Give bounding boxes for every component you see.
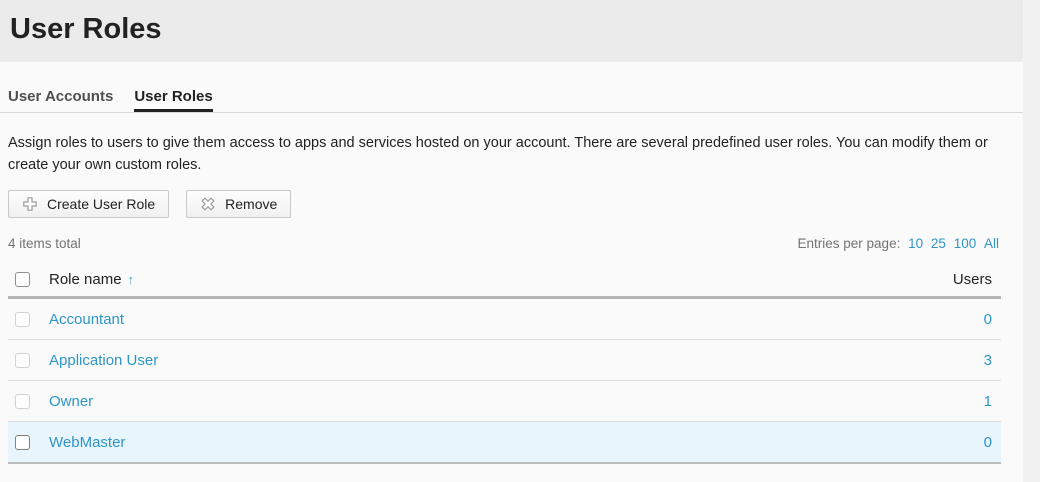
table-row: WebMaster 0 [8, 422, 1001, 464]
user-roles-page: User Roles User Accounts User Roles Assi… [0, 0, 1023, 482]
row-checkbox[interactable] [15, 393, 30, 409]
row-checkbox[interactable] [15, 352, 30, 368]
x-icon [200, 196, 216, 212]
toolbar: Create User Role Remove [8, 190, 1023, 218]
entries-per-page-label: Entries per page: [797, 236, 901, 251]
role-link[interactable]: Application User [49, 352, 158, 369]
users-count-link[interactable]: 0 [984, 311, 1001, 328]
page-description: Assign roles to users to give them acces… [8, 135, 988, 173]
create-user-role-label: Create User Role [47, 196, 156, 212]
row-checkbox[interactable] [15, 434, 30, 450]
create-user-role-button[interactable]: Create User Role [8, 190, 170, 218]
page-header: User Roles [0, 0, 1023, 62]
column-header-users: Users [952, 271, 992, 288]
items-total: 4 items total [8, 236, 81, 251]
sort-ascending-icon: ↑ [127, 272, 135, 287]
role-link[interactable]: Accountant [49, 311, 124, 328]
table-row: Owner 1 [8, 381, 1001, 422]
page-size-all[interactable]: All [984, 236, 999, 251]
table-row: Accountant 0 [8, 299, 1001, 340]
remove-button[interactable]: Remove [186, 190, 292, 218]
remove-label: Remove [225, 196, 278, 212]
users-count-link[interactable]: 0 [984, 434, 1001, 451]
tab-user-roles[interactable]: User Roles [134, 88, 213, 112]
table-row: Application User 3 [8, 340, 1001, 381]
tab-bar: User Accounts User Roles [0, 62, 1023, 113]
entries-per-page: Entries per page: 10 25 100 All [798, 236, 999, 251]
page-size-10[interactable]: 10 [908, 236, 923, 251]
role-link[interactable]: WebMaster [49, 434, 125, 451]
select-all-checkbox[interactable] [15, 272, 30, 287]
roles-table: Role name ↑ Users Accountant 0 Applicati… [8, 263, 1001, 464]
list-meta: 4 items total Entries per page: 10 25 10… [0, 236, 1023, 251]
page-title: User Roles [10, 13, 162, 45]
role-link[interactable]: Owner [49, 393, 93, 410]
page-size-25[interactable]: 25 [931, 236, 946, 251]
page-size-100[interactable]: 100 [954, 236, 977, 251]
table-header-row: Role name ↑ Users [8, 263, 1001, 299]
users-count-link[interactable]: 3 [984, 352, 1001, 369]
column-header-role-name[interactable]: Role name ↑ [49, 271, 134, 288]
row-checkbox[interactable] [15, 311, 30, 327]
plus-icon [22, 196, 38, 212]
users-count-link[interactable]: 1 [984, 393, 1001, 410]
tab-user-accounts[interactable]: User Accounts [8, 88, 113, 112]
